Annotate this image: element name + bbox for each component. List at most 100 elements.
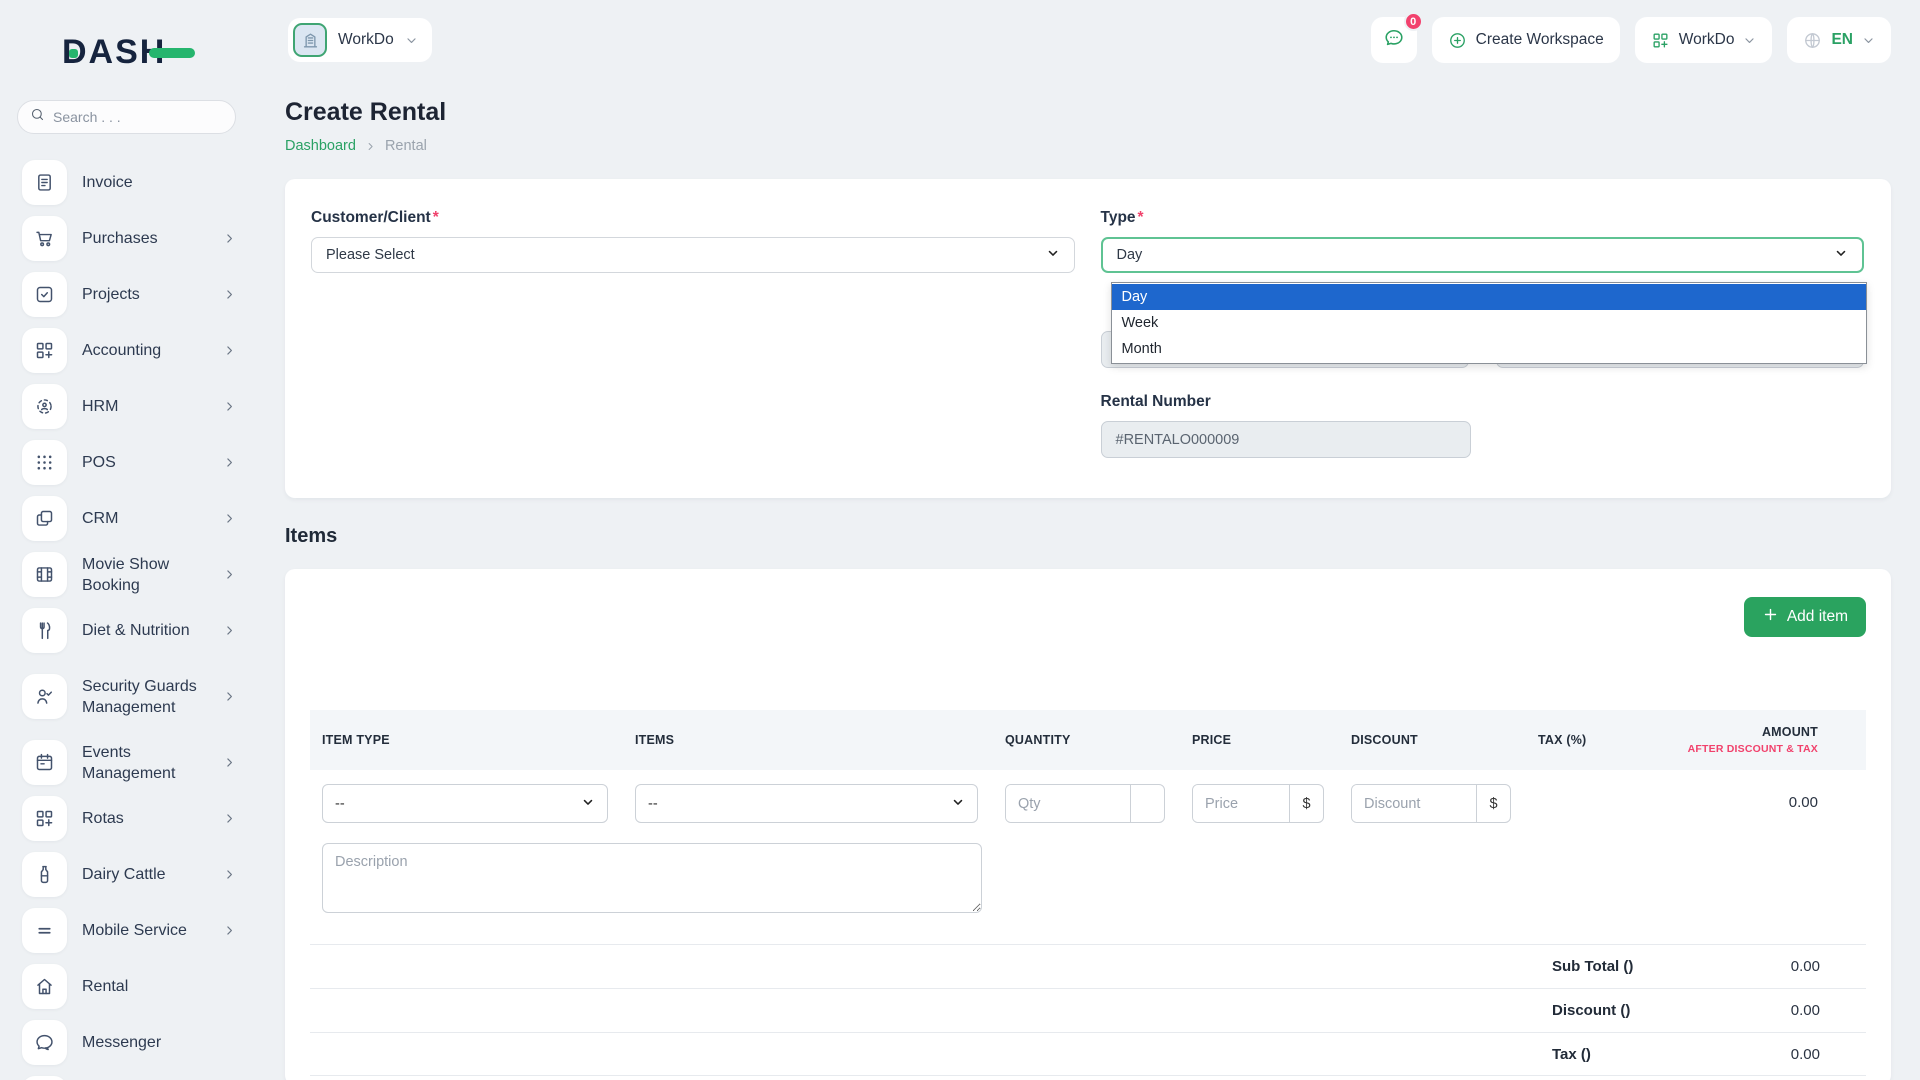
sidebar-item[interactable]: Diet & Nutrition [22,608,260,653]
quantity-input[interactable] [1006,785,1130,822]
sidebar: DASH Invoice Purchases [0,0,260,1080]
check-square-icon [22,272,67,317]
discount-input[interactable] [1352,785,1476,822]
building-icon [293,23,327,57]
amount-note: AFTER DISCOUNT & TAX [1685,743,1818,755]
dash-logo: DASH [62,30,260,74]
required-asterisk: * [433,209,439,226]
col-header-tax: TAX (%) [1538,733,1658,747]
language-selector[interactable]: EN [1787,17,1891,63]
sidebar-item[interactable]: Movie Show Booking [22,552,260,597]
breadcrumb: Dashboard Rental [285,138,1891,154]
messages-button[interactable]: 0 [1371,17,1417,63]
required-asterisk: * [1138,209,1144,226]
search-input[interactable] [53,109,223,125]
apps-menu-label: WorkDo [1679,31,1735,49]
chevron-right-icon [223,512,236,525]
sidebar-item[interactable]: Purchases [22,216,260,261]
price-currency-suffix: $ [1289,785,1323,822]
customer-field-group: Customer/Client* Please Select [311,208,1075,458]
globe-icon [1803,31,1822,50]
sidebar-item[interactable]: Invoice [22,160,260,205]
sidebar-item[interactable]: Projects [22,272,260,317]
topbar: WorkDo 0 Create Workspace WorkDo [260,0,1920,70]
chevron-right-icon [365,141,376,152]
type-select[interactable]: Day [1101,237,1865,273]
discount-input-group: $ [1351,784,1511,823]
sidebar-item[interactable]: POS [22,440,260,485]
items-table-header: ITEM TYPE ITEMS QUANTITY PRICE DISCOUNT … [310,710,1866,770]
description-textarea[interactable] [322,843,982,913]
home-icon [22,964,67,1009]
sidebar-nav: Invoice Purchases Projects Ac [0,160,260,1080]
rental-number-input: #RENTALO000009 [1101,421,1471,458]
workspace-selector[interactable]: WorkDo [288,18,432,62]
chevron-right-icon [223,868,236,881]
breadcrumb-current: Rental [385,138,427,154]
items-select[interactable]: -- [635,784,978,823]
sidebar-item-label: Messenger [82,1032,214,1053]
plus-circle-icon [1448,31,1467,50]
workspace-name: WorkDo [338,31,394,49]
customer-select[interactable]: Please Select [311,237,1075,273]
sidebar-item[interactable]: Rotas [22,796,260,841]
totals-label: Tax () [1552,1046,1742,1063]
chevron-right-icon [223,232,236,245]
item-type-select[interactable]: -- [322,784,608,823]
film-icon [22,552,67,597]
messages-badge: 0 [1404,12,1423,31]
sidebar-item-label: Purchases [82,228,214,249]
chevron-down-icon [1743,34,1756,47]
chevron-right-icon [223,624,236,637]
totals-label: Discount () [1552,1002,1742,1019]
chevron-right-icon [223,568,236,581]
dots-grid-icon [22,440,67,485]
customer-select-value: Please Select [326,247,415,263]
chevron-right-icon [223,456,236,469]
sidebar-item-label: Rotas [82,808,214,829]
chevron-down-icon [1862,34,1875,47]
breadcrumb-dashboard-link[interactable]: Dashboard [285,138,356,154]
sidebar-item[interactable]: Dairy Cattle [22,852,260,897]
apps-menu-button[interactable]: WorkDo [1635,17,1773,63]
totals-row: Discount () 0.00 [310,988,1866,1032]
type-dropdown-option[interactable]: Month [1112,336,1867,362]
price-input[interactable] [1193,785,1289,822]
sidebar-item[interactable]: Accounting [22,328,260,373]
totals-value: 0.00 [1742,1046,1866,1063]
sidebar-item-label: Mobile Service [82,920,214,941]
item-row: -- -- $ [310,770,1866,823]
sidebar-item[interactable]: Mobile Service [22,908,260,953]
sidebar-item[interactable]: Messenger [22,1020,260,1065]
add-item-button[interactable]: Add item [1744,597,1866,637]
copy-icon [22,496,67,541]
sidebar-item[interactable]: Security Guards Management [22,664,260,729]
create-workspace-button[interactable]: Create Workspace [1432,17,1620,63]
search-icon [30,107,45,127]
sidebar-item[interactable]: Rental [22,964,260,1009]
sidebar-item[interactable]: HRM [22,384,260,429]
chevron-right-icon [223,400,236,413]
sidebar-item-label: Movie Show Booking [82,554,214,596]
sidebar-item[interactable]: Garage/Workshop [22,1076,260,1080]
sidebar-search[interactable] [17,100,236,134]
items-heading: Items [285,525,1891,548]
page-content: Create Rental Dashboard Rental Customer/… [260,70,1920,1080]
totals-section: Sub Total () 0.00 Discount () 0.00 Tax (… [310,944,1866,1076]
sidebar-item[interactable]: CRM [22,496,260,541]
type-field-group: Type* Day Day Week [1101,208,1865,458]
cutlery-icon [22,608,67,653]
totals-row: Tax () 0.00 [310,1032,1866,1076]
type-dropdown-option[interactable]: Day [1112,284,1867,310]
col-header-price: PRICE [1192,733,1324,747]
chevron-down-icon [581,795,595,813]
col-header-item-type: ITEM TYPE [322,733,608,747]
type-dropdown-option[interactable]: Week [1112,310,1867,336]
plus-icon [1762,606,1779,628]
sidebar-item-label: Diet & Nutrition [82,620,214,641]
sidebar-item[interactable]: Events Management [22,740,260,785]
chevron-down-icon [951,795,965,813]
sidebar-item-label: Rental [82,976,214,997]
quantity-input-group [1005,784,1165,823]
quantity-suffix [1130,785,1164,822]
